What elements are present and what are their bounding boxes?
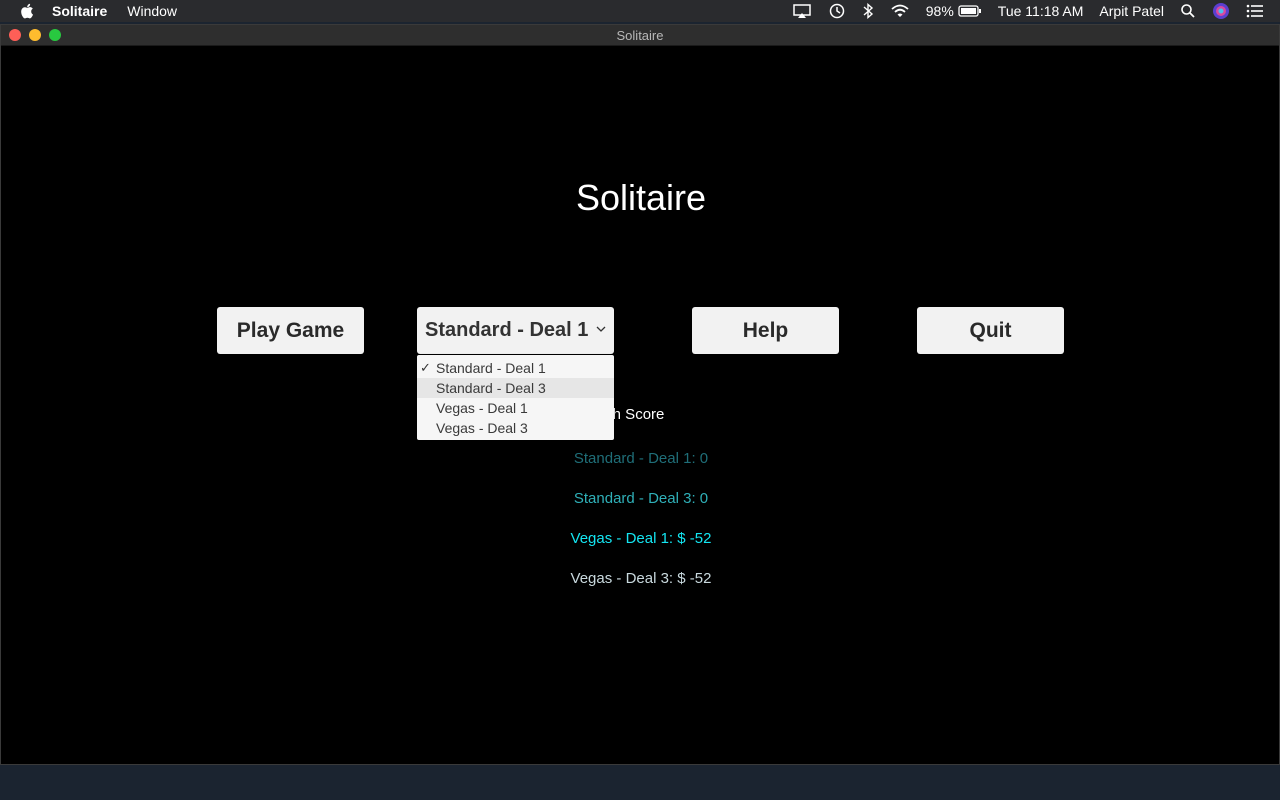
dropdown-option[interactable]: Vegas - Deal 1 xyxy=(417,398,614,418)
airplay-icon[interactable] xyxy=(792,3,812,19)
title-bar[interactable]: Solitaire xyxy=(1,25,1279,46)
menu-bar: Solitaire Window 98% Tue 11:18 AM Arpit … xyxy=(0,0,1280,22)
time-machine-icon[interactable] xyxy=(828,2,846,20)
dropdown-option[interactable]: Standard - Deal 3 xyxy=(417,378,614,398)
game-mode-selected: Standard - Deal 1 xyxy=(425,319,589,341)
battery-percent: 98% xyxy=(925,3,954,19)
game-mode-select[interactable]: Standard - Deal 1 xyxy=(417,307,614,354)
dropdown-option[interactable]: ✓ Standard - Deal 1 xyxy=(417,358,614,378)
chevron-down-icon xyxy=(596,326,606,332)
siri-icon[interactable] xyxy=(1212,2,1230,20)
menu-window[interactable]: Window xyxy=(127,3,177,19)
wifi-icon[interactable] xyxy=(890,3,910,19)
dropdown-option[interactable]: Vegas - Deal 3 xyxy=(417,418,614,438)
play-game-button[interactable]: Play Game xyxy=(217,307,364,354)
app-window: Solitaire Solitaire Play Game Standard -… xyxy=(0,24,1280,765)
bluetooth-icon[interactable] xyxy=(862,3,874,19)
score-vegas-deal-1: Vegas - Deal 1: $ -52 xyxy=(570,530,712,547)
window-title: Solitaire xyxy=(616,28,664,43)
score-standard-deal-3: Standard - Deal 3: 0 xyxy=(573,490,709,507)
score-standard-deal-1: Standard - Deal 1: 0 xyxy=(573,450,709,467)
help-button[interactable]: Help xyxy=(692,307,839,354)
apple-icon[interactable] xyxy=(20,3,34,19)
app-menu[interactable]: Solitaire xyxy=(52,3,107,19)
clock[interactable]: Tue 11:18 AM xyxy=(998,3,1084,19)
game-title: Solitaire xyxy=(575,177,707,218)
battery-icon[interactable] xyxy=(958,4,982,18)
user-name[interactable]: Arpit Patel xyxy=(1099,3,1164,19)
checkmark-icon: ✓ xyxy=(420,360,431,375)
spotlight-search-icon[interactable] xyxy=(1180,3,1196,19)
game-mode-dropdown: ✓ Standard - Deal 1 Standard - Deal 3 Ve… xyxy=(417,355,614,440)
score-vegas-deal-3: Vegas - Deal 3: $ -52 xyxy=(570,570,712,587)
notification-center-icon[interactable] xyxy=(1246,4,1264,18)
quit-button[interactable]: Quit xyxy=(917,307,1064,354)
